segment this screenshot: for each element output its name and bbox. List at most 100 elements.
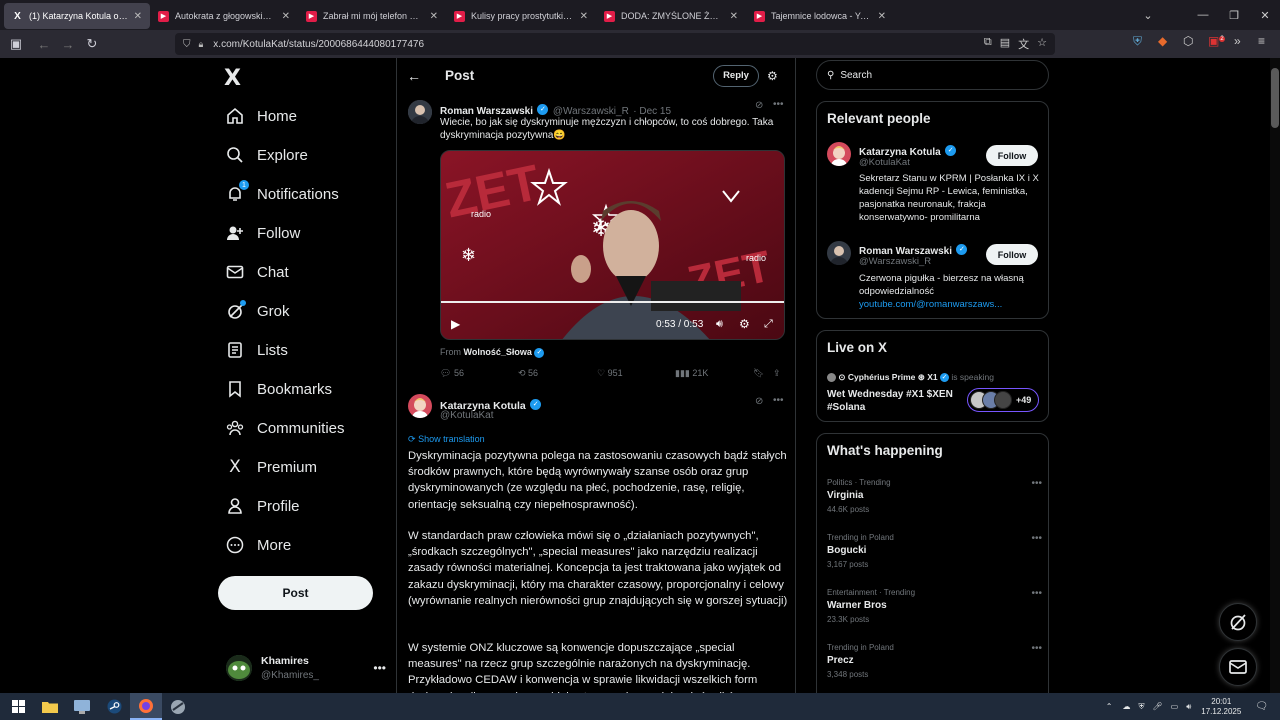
reload-icon[interactable]: ↻ (80, 32, 104, 56)
browser-tab[interactable]: ▶ Kulisy pracy prostytutki. Cała p ✕ (446, 3, 596, 29)
browser-tab[interactable]: ▶ DODA: ZMYŚLONE ŻYCIE I KAR ✕ (596, 3, 746, 29)
volume-icon[interactable]: 🔊︎ (716, 318, 723, 331)
from-source-name[interactable]: Wolność_Słowa (464, 347, 532, 357)
page-scrollbar[interactable] (1270, 58, 1280, 693)
bookmark-star-icon[interactable]: ☆ (1037, 36, 1047, 52)
avatar[interactable] (827, 241, 851, 265)
tray-app-icon[interactable]: ☁ (1122, 702, 1130, 711)
windows-start-icon[interactable] (2, 693, 34, 720)
browser-tab[interactable]: ▶ Tajemnice lodowca - YouTube ✕ (746, 3, 894, 29)
sliders-icon[interactable]: ⚙ (767, 69, 778, 83)
close-tab-icon[interactable]: ✕ (134, 11, 142, 22)
reply-button[interactable]: Reply (713, 64, 759, 87)
volume-icon[interactable]: 🔊︎ (1186, 702, 1191, 712)
extensions-puzzle-icon[interactable]: ⬡ (1183, 34, 1193, 48)
nav-premium[interactable]: X Premium (226, 452, 317, 482)
app-taskbar-icon[interactable] (162, 693, 194, 720)
close-tab-icon[interactable]: ✕ (282, 11, 290, 22)
close-window-icon[interactable]: ✕ (1249, 0, 1280, 30)
app-window-icon[interactable] (66, 693, 98, 720)
bookmark-icon[interactable]: 🔖︎ (753, 368, 764, 379)
picture-in-picture-icon[interactable]: ⧉ (984, 36, 992, 52)
back-arrow-icon[interactable]: ← (407, 68, 421, 84)
sidebar-toggle-icon[interactable]: ▣ (4, 32, 28, 56)
tray-chevron-icon[interactable]: ⌃ (1106, 702, 1113, 711)
trend-item[interactable]: Trending in Poland Precz 3,348 posts ••• (827, 643, 1042, 679)
reader-view-icon[interactable]: ▤ (1000, 36, 1010, 52)
live-listeners[interactable]: +49 (967, 388, 1039, 412)
avatar[interactable] (408, 394, 432, 418)
follow-button[interactable]: Follow (986, 145, 1038, 166)
microphone-icon[interactable]: 🎤︎ (1152, 702, 1162, 711)
extension-shield-icon[interactable]: ⛨ (1133, 34, 1142, 49)
avatar[interactable] (827, 142, 851, 166)
steam-icon[interactable] (98, 693, 130, 720)
nav-notifications[interactable]: 1 Notifications (226, 179, 339, 209)
repost-action[interactable]: ⟲ 56 (518, 368, 538, 379)
file-explorer-icon[interactable] (34, 693, 66, 720)
search-input[interactable]: ⚲ Search (816, 60, 1049, 90)
bio-link[interactable]: youtube.com/@romanwarszaws... (859, 299, 1002, 310)
trend-item[interactable]: Trending in Poland Bogucki 3,167 posts •… (827, 533, 1042, 569)
live-host-name[interactable]: ⊙ Cyphérius Prime ⊛ X1 (838, 372, 937, 382)
scrollbar-thumb[interactable] (1271, 68, 1279, 128)
back-arrow-icon[interactable]: ← (32, 32, 56, 56)
close-tab-icon[interactable]: ✕ (430, 11, 438, 22)
reply-action[interactable]: 💬︎ 56 (440, 368, 464, 379)
translate-icon[interactable]: 文 (1018, 36, 1029, 52)
tab-list-chevron-icon[interactable]: ⌄ (1132, 0, 1164, 30)
follow-button[interactable]: Follow (986, 244, 1038, 265)
notification-center-icon[interactable]: 🗨︎ (1255, 701, 1268, 712)
grok-icon[interactable]: ⊘ (755, 396, 763, 407)
more-dots-icon[interactable]: ••• (1031, 478, 1042, 489)
person-handle[interactable]: @KotulaKat (859, 157, 910, 168)
video-progress-track[interactable] (441, 301, 784, 303)
trend-item[interactable]: Entertainment · Trending Warner Bros 23.… (827, 588, 1042, 624)
extension-fox-icon[interactable]: ◆ (1158, 34, 1167, 48)
browser-tab[interactable]: ▶ Zabrał mi mój telefon w nocy w ✕ (298, 3, 446, 29)
show-translation-link[interactable]: ⟳ Show translation (408, 434, 485, 445)
views-action[interactable]: ▮▮▮ 21K (675, 368, 708, 379)
overflow-chevrons-icon[interactable]: » (1234, 34, 1241, 48)
grok-icon[interactable]: ⊘ (755, 100, 763, 111)
network-icon[interactable]: ▭ (1171, 702, 1179, 711)
person-handle[interactable]: @Warszawski_R (859, 256, 931, 267)
trend-item[interactable]: Politics · Trending Virginia 44.6K posts… (827, 478, 1042, 514)
clock[interactable]: 20:01 17.12.2025 (1201, 697, 1241, 717)
share-icon[interactable]: ⇪ (773, 368, 781, 379)
browser-tab[interactable]: ▶ Autokrata z głogowskiej huty w ✕ (150, 3, 298, 29)
nav-communities[interactable]: Communities (226, 413, 345, 443)
nav-bookmarks[interactable]: Bookmarks (226, 374, 332, 404)
more-dots-icon[interactable]: ••• (1031, 643, 1042, 654)
app-menu-icon[interactable]: ≡ (1258, 34, 1265, 48)
browser-tab-active[interactable]: X (1) Katarzyna Kotula on X: "@W ✕ (4, 3, 150, 29)
play-icon[interactable]: ▶ (451, 317, 460, 331)
minimize-icon[interactable]: — (1187, 0, 1219, 30)
nav-more[interactable]: More (226, 530, 291, 560)
forward-arrow-icon[interactable]: → (56, 32, 80, 56)
nav-follow[interactable]: Follow (226, 218, 300, 248)
nav-home[interactable]: Home (226, 101, 297, 131)
more-dots-icon[interactable]: ••• (373, 661, 386, 675)
post-button[interactable]: Post (218, 576, 373, 610)
tray-shield-icon[interactable]: ⛨ (1138, 702, 1144, 712)
close-tab-icon[interactable]: ✕ (580, 11, 588, 22)
nav-profile[interactable]: Profile (226, 491, 300, 521)
author-handle[interactable]: @KotulaKat (440, 410, 494, 421)
settings-gear-icon[interactable]: ⚙ (739, 317, 750, 331)
messages-fab-button[interactable] (1219, 648, 1257, 686)
grok-fab-button[interactable] (1219, 603, 1257, 641)
firefox-taskbar-icon[interactable] (130, 693, 162, 720)
more-dots-icon[interactable]: ••• (773, 395, 784, 406)
x-logo-icon[interactable]: X (224, 66, 241, 91)
nav-lists[interactable]: Lists (226, 335, 288, 365)
extension-badge-icon[interactable]: ▣2 (1208, 34, 1225, 48)
nav-grok[interactable]: Grok (226, 296, 290, 326)
fullscreen-icon[interactable]: ⤢ (764, 318, 773, 331)
more-dots-icon[interactable]: ••• (773, 99, 784, 110)
account-switcher[interactable]: Khamires @Khamires_ ••• (226, 648, 386, 688)
address-bar[interactable]: ⛉ 🔒︎ x.com/KotulaKat/status/200068644408… (175, 33, 1055, 55)
more-dots-icon[interactable]: ••• (1031, 588, 1042, 599)
video-player[interactable]: ZET ZET ❄ ❄ radio radio ▶ 0:53 / 0:53 🔊︎… (440, 150, 785, 340)
close-tab-icon[interactable]: ✕ (878, 11, 886, 22)
